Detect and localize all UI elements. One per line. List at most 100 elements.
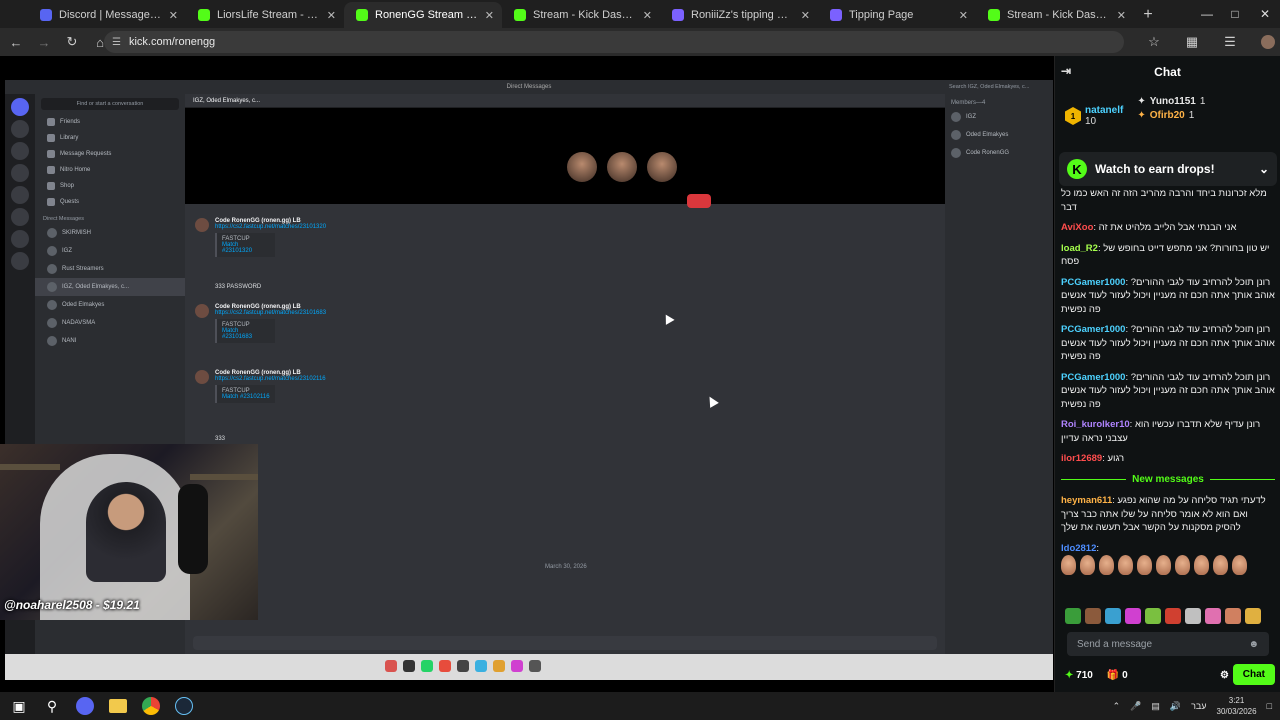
- discord-message: Code RonenGG (ronen.gg) LB https://cs2.fa…: [195, 218, 326, 257]
- gifter-third[interactable]: ✦ Ofirb20 1: [1137, 110, 1205, 121]
- chat-username[interactable]: AviXoo: [1061, 222, 1093, 233]
- chat-messages: מלא זכרונות ביחד והרבה מהריב הזה זה האש …: [1061, 187, 1275, 627]
- windows-start-icon[interactable]: ▣: [5, 692, 33, 720]
- language-indicator[interactable]: עבר: [1191, 701, 1206, 711]
- close-tab-icon[interactable]: ✕: [327, 9, 336, 22]
- dm-name: NANI: [62, 338, 77, 344]
- stream-player[interactable]: Direct Messages Find or start a conversa…: [0, 56, 1054, 692]
- discord-app-icon[interactable]: [71, 692, 99, 720]
- gifts-display[interactable]: 🎁 0: [1107, 670, 1128, 681]
- browser-tab[interactable]: RonenGG Stream - Watch L ✕: [344, 2, 502, 28]
- emote-icon[interactable]: [1205, 608, 1221, 624]
- discord-nav-item: Shop: [35, 178, 185, 194]
- clock-date: 30/03/2026: [1216, 707, 1257, 716]
- chat-message: AviXoo: אני הבנתי אבל הלייב מלהיט את זה: [1061, 221, 1275, 235]
- search-icon[interactable]: ⚲: [38, 692, 66, 720]
- shelf: [0, 464, 60, 470]
- address-bar[interactable]: ☰ kick.com/ronengg: [104, 31, 1124, 53]
- back-icon[interactable]: ←: [4, 30, 28, 54]
- steam-icon[interactable]: [170, 692, 198, 720]
- streamer-app-icon: [529, 660, 541, 672]
- browser-tab[interactable]: Stream - Kick Dashboard ✕: [502, 2, 660, 28]
- chat-username[interactable]: ilor12689: [1061, 453, 1102, 464]
- url-text[interactable]: kick.com/ronengg: [129, 36, 215, 48]
- chat-username[interactable]: Roi_kurolker10: [1061, 419, 1130, 430]
- chat-username[interactable]: PCGamer1000: [1061, 372, 1125, 383]
- close-tab-icon[interactable]: ✕: [801, 9, 810, 22]
- emote-icon[interactable]: [1065, 608, 1081, 624]
- tab-favicon-icon: [40, 9, 52, 21]
- emoji-icon[interactable]: ☻: [1248, 639, 1259, 650]
- volume-icon[interactable]: 🔊: [1170, 701, 1181, 712]
- chevron-down-icon[interactable]: ⌄: [1259, 162, 1269, 176]
- tab-title: RonenGG Stream - Watch L: [375, 9, 478, 21]
- emote-icon[interactable]: [1245, 608, 1261, 624]
- chat-username[interactable]: Ido2812: [1061, 543, 1096, 554]
- drops-banner[interactable]: K Watch to earn drops! ⌄: [1059, 152, 1277, 186]
- nav-icon: [47, 118, 55, 126]
- emote-icon[interactable]: [1085, 608, 1101, 624]
- settings-gear-icon[interactable]: ⚙: [1220, 670, 1229, 681]
- reload-icon[interactable]: ↻: [60, 30, 84, 54]
- chat-username[interactable]: PCGamer1000: [1061, 277, 1125, 288]
- profile-avatar[interactable]: [1256, 30, 1280, 54]
- discord-nav-item: Friends: [35, 114, 185, 130]
- maximize-icon[interactable]: □: [1218, 0, 1252, 28]
- close-tab-icon[interactable]: ✕: [485, 9, 494, 22]
- clock-time: 3:21: [1228, 696, 1245, 705]
- discord-message: Code RonenGG (ronen.gg) LB https://cs2.fa…: [195, 370, 326, 403]
- clock[interactable]: 3:21 30/03/2026: [1217, 695, 1257, 717]
- emote-icon[interactable]: [1185, 608, 1201, 624]
- new-messages-label: New messages: [1132, 473, 1204, 485]
- notifications-icon[interactable]: □: [1267, 701, 1272, 711]
- gifter-first[interactable]: 1 natanelf 10: [1065, 96, 1123, 136]
- emote-icon[interactable]: [1125, 608, 1141, 624]
- browser-tab[interactable]: LiorsLife Stream - Watch Live o ✕: [186, 2, 344, 28]
- forward-icon[interactable]: →: [32, 30, 56, 54]
- emote-icon: [1118, 555, 1133, 575]
- file-explorer-icon[interactable]: [104, 692, 132, 720]
- network-icon[interactable]: ▤: [1151, 701, 1160, 712]
- discord-message-input: [193, 636, 937, 650]
- browser-tab[interactable]: RoniiiZz's tipping page ✕: [660, 2, 818, 28]
- discord-search-input: Search IGZ, Oded Elmakyes, c...: [945, 80, 1053, 94]
- new-tab-button[interactable]: +: [1134, 2, 1162, 28]
- browser-tab[interactable]: Stream - Kick Dashboard ✕: [976, 2, 1134, 28]
- emote-icon[interactable]: [1165, 608, 1181, 624]
- chat-username[interactable]: load_R2: [1061, 243, 1098, 254]
- points-display[interactable]: ✦ 710: [1065, 670, 1093, 681]
- close-tab-icon[interactable]: ✕: [643, 9, 652, 22]
- browser-tab[interactable]: Discord | Message Requests ✕: [28, 2, 186, 28]
- chat-footer: ✦ 710 🎁 0 ⚙ Chat: [1065, 664, 1275, 686]
- dm-avatar: [47, 264, 57, 274]
- chat-input[interactable]: Send a message ☻: [1067, 632, 1269, 656]
- discord-titlebar: Direct Messages: [5, 80, 1053, 94]
- site-info-icon[interactable]: ☰: [112, 37, 121, 48]
- collapse-chat-icon[interactable]: ⇥: [1061, 64, 1077, 80]
- chat-username[interactable]: PCGamer1000: [1061, 324, 1125, 335]
- send-chat-button[interactable]: Chat: [1232, 664, 1275, 685]
- tab-title: Discord | Message Requests: [59, 9, 162, 21]
- emote-icon[interactable]: [1105, 608, 1121, 624]
- microphone-icon[interactable]: 🎤: [1130, 701, 1141, 712]
- extensions-icon[interactable]: ▦: [1180, 30, 1204, 54]
- emote-icon[interactable]: [1225, 608, 1241, 624]
- bookmark-star-icon[interactable]: ☆: [1142, 30, 1166, 54]
- media-icon[interactable]: ☰: [1218, 30, 1242, 54]
- chrome-icon[interactable]: [137, 692, 165, 720]
- tray-chevron-icon[interactable]: ⌃: [1113, 701, 1121, 712]
- discord-chat: IGZ, Oded Elmakyes, c... Code RonenGG (r…: [185, 94, 945, 654]
- tab-favicon-icon: [514, 9, 526, 21]
- browser-tab[interactable]: Tipping Page ✕: [818, 2, 976, 28]
- close-window-icon[interactable]: ✕: [1248, 0, 1280, 28]
- member-name: Code RonenGG: [966, 150, 1010, 156]
- emote-icon[interactable]: [1145, 608, 1161, 624]
- close-tab-icon[interactable]: ✕: [959, 9, 968, 22]
- close-tab-icon[interactable]: ✕: [169, 9, 178, 22]
- close-tab-icon[interactable]: ✕: [1117, 9, 1126, 22]
- message-link: https://cs2.fastcup.net/matches/23102116: [215, 376, 326, 382]
- dm-avatar: [47, 228, 57, 238]
- streamer-app-icon: [403, 660, 415, 672]
- gifter-second[interactable]: ✦ Yuno1151 1: [1137, 96, 1205, 107]
- chat-username[interactable]: heyman611: [1061, 495, 1112, 506]
